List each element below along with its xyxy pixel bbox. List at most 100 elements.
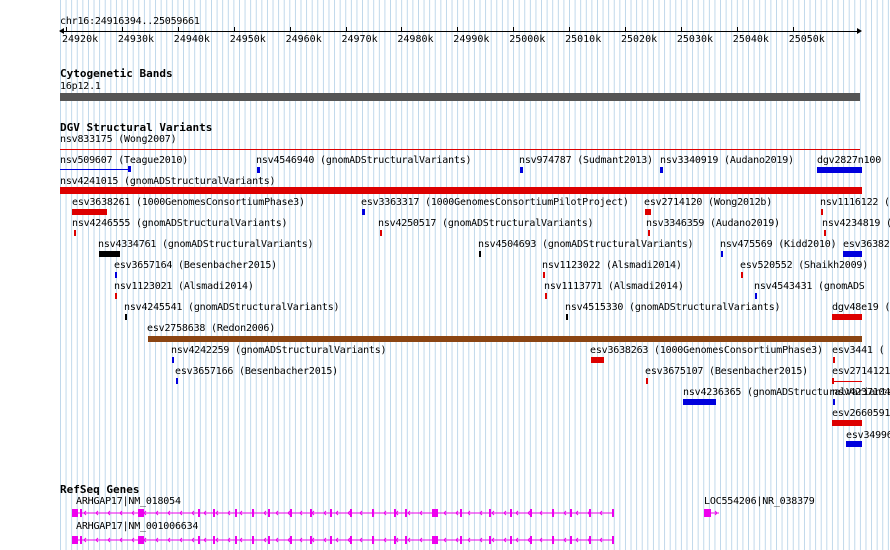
variant-feature-loss[interactable] [115,293,117,299]
variant-feature-loss[interactable] [832,314,862,320]
variant-label[interactable]: esv2714121 [832,366,890,377]
variant-feature-gain[interactable] [257,167,260,173]
exon [460,509,462,517]
ruler-tick [66,27,67,32]
variant-feature-gain[interactable] [128,166,131,172]
variant-label[interactable]: nsv4246555 (gnomADStructuralVariants) [72,218,288,229]
variant-label[interactable]: nsv4546940 (gnomADStructuralVariants) [256,155,472,166]
dgv-track-title[interactable]: DGV Structural Variants [60,122,212,134]
variant-feature-gain[interactable] [846,441,862,447]
variant-label[interactable]: dgv48e19 ( [832,302,890,313]
ruler-tick [625,27,626,32]
exon [138,509,144,517]
exon [612,536,614,544]
variant-label[interactable]: esv3363317 (1000GenomesConsortiumPilotPr… [361,197,629,208]
variant-label[interactable]: nsv509607 (Teague2010) [60,155,188,166]
variant-label[interactable]: nsv475569 (Kidd2010) [720,239,837,250]
variant-label[interactable]: esv3657166 (Besenbacher2015) [175,366,338,377]
variant-feature-gain[interactable] [520,167,523,173]
variant-feature-loss[interactable] [543,272,545,278]
variant-feature-gain[interactable] [176,378,178,384]
variant-label[interactable]: nsv4234819 ( [822,218,890,229]
refseq-gene-models[interactable] [0,495,890,550]
variant-feature-gain[interactable] [721,251,723,257]
variant-label[interactable]: nsv1113771 (Alsmadi2014) [544,281,684,292]
variant-label[interactable]: esv3638261 (1000GenomesConsortiumPhase3) [72,197,305,208]
variant-feature-gain[interactable] [172,357,174,363]
variant-feature-gain[interactable] [683,399,716,405]
variant-label[interactable]: nsv4334761 (gnomADStructuralVariants) [98,239,314,250]
variant-feature-loss[interactable] [72,209,107,215]
variant-feature-loss[interactable] [741,272,743,278]
variant-feature-gain[interactable] [60,169,131,170]
exon [589,509,591,517]
scroll-right-arrow-icon[interactable] [857,28,862,34]
variant-feature-loss[interactable] [60,187,862,194]
variant-feature-gain[interactable] [362,209,365,215]
cytoband-bar[interactable] [60,93,860,101]
variant-label[interactable]: esv2660591 [832,408,890,419]
variant-feature-loss[interactable] [648,230,650,236]
variant-feature-gain[interactable] [817,167,862,173]
exon [432,536,438,544]
variant-feature-loss[interactable] [832,381,862,382]
variant-feature-loss[interactable] [591,357,604,363]
variant-label[interactable]: nsv974787 (Sudmant2013) [519,155,653,166]
variant-feature-loss[interactable] [833,357,835,363]
variant-feature-loss[interactable] [821,209,823,215]
variant-feature-gain[interactable] [115,272,117,278]
variant-label[interactable]: nsv3346359 (Audano2019) [646,218,780,229]
variant-label[interactable]: nsv1123021 (Alsmadi2014) [114,281,254,292]
variant-label[interactable]: nsv3340919 (Audano2019) [660,155,794,166]
variant-label[interactable]: esv2714120 (Wong2012b) [644,197,772,208]
variant-feature-loss[interactable] [645,209,651,215]
variant-label[interactable]: esv3638263 (1000GenomesConsortiumPhase3) [590,345,823,356]
exon [213,509,215,517]
variant-feature-loss[interactable] [380,230,382,236]
ruler-tick-label: 25020k [621,34,658,45]
variant-label[interactable]: esv3441 ( [832,345,885,356]
variant-label[interactable]: nsv4241015 (gnomADStructuralVariants) [60,176,276,187]
exon [350,536,352,544]
variant-label[interactable]: dgv2827n100 [817,155,881,166]
variant-label[interactable]: nsv833175 (Wong2007) [60,134,177,145]
variant-label[interactable]: nsv1123022 (Alsmadi2014) [542,260,682,271]
variant-label[interactable]: esv34996 [846,430,890,441]
variant-label[interactable]: nsv4237104 (gnomADStructuralVariant [832,387,890,398]
variant-feature-gain[interactable] [755,293,757,299]
variant-label[interactable]: nsv1116122 ( [820,197,890,208]
variant-feature-gain[interactable] [833,399,835,405]
variant-feature-inversion[interactable] [566,314,568,320]
ruler-tick [792,27,794,32]
variant-feature-inversion[interactable] [479,251,481,257]
variant-feature-inversion[interactable] [99,251,120,257]
variant-feature-complex[interactable] [148,336,862,342]
variant-feature-loss[interactable] [74,230,76,236]
variant-label[interactable]: esv36382 [843,239,890,250]
variant-label[interactable]: esv3657164 (Besenbacher2015) [114,260,277,271]
variant-feature-gain[interactable] [660,167,663,173]
variant-label[interactable]: nsv4515330 (gnomADStructuralVariants) [565,302,781,313]
variant-label[interactable]: nsv4250517 (gnomADStructuralVariants) [378,218,594,229]
variant-label[interactable]: nsv4245541 (gnomADStructuralVariants) [124,302,340,313]
exon [394,509,396,517]
variant-label[interactable]: esv520552 (Shaikh2009) [740,260,868,271]
variant-feature-loss[interactable] [824,230,826,236]
exon [235,509,237,517]
variant-feature-inversion[interactable] [125,314,127,320]
variant-feature-loss[interactable] [646,378,648,384]
ruler-tick-label: 25000k [509,34,546,45]
genome-browser-panel[interactable]: chr16:24916394..25059661 24920k 24930k 249… [0,0,890,550]
variant-label[interactable]: esv2758638 (Redon2006) [147,323,275,334]
variant-feature-loss[interactable] [832,378,834,384]
variant-label[interactable]: nsv4543431 (gnomADS [754,281,865,292]
variant-label[interactable]: nsv4242259 (gnomADStructuralVariants) [171,345,387,356]
exon [405,536,407,544]
variant-feature-gain[interactable] [843,251,862,257]
variant-label[interactable]: nsv4504693 (gnomADStructuralVariants) [478,239,694,250]
cytoband-track-title[interactable]: Cytogenetic Bands [60,68,173,80]
variant-feature-loss[interactable] [832,420,862,426]
variant-label[interactable]: esv3675107 (Besenbacher2015) [645,366,808,377]
variant-feature-loss[interactable] [60,149,860,150]
variant-feature-loss[interactable] [545,293,547,299]
